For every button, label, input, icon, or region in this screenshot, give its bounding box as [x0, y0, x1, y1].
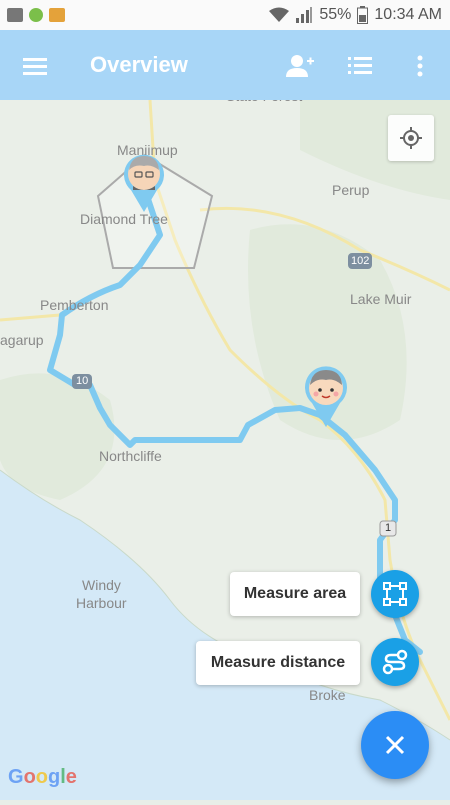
- news-notification-icon: [49, 8, 65, 22]
- map-view[interactable]: [0, 99, 450, 800]
- user-marker-1[interactable]: [121, 152, 167, 219]
- close-fab-button[interactable]: [361, 711, 429, 779]
- clock: 10:34 AM: [374, 6, 442, 23]
- more-vert-icon: [417, 55, 423, 77]
- map-label-northcliffe: Northcliffe: [99, 448, 162, 464]
- overflow-menu-button[interactable]: [406, 52, 434, 80]
- hamburger-icon: [23, 58, 47, 75]
- app-bar: Overview: [0, 30, 450, 100]
- status-bar: 55% 10:34 AM: [0, 0, 450, 30]
- map-label-perup: Perup: [332, 182, 370, 198]
- battery-percent: 55%: [319, 6, 352, 23]
- google-attribution: Google: [8, 766, 77, 788]
- close-icon: [385, 735, 405, 755]
- add-person-button[interactable]: [284, 52, 316, 80]
- map-label-windy: Windy: [82, 577, 121, 593]
- area-select-icon: [383, 582, 407, 606]
- route-icon: [382, 649, 408, 675]
- app-notification-icon: [29, 8, 43, 22]
- list-view-button[interactable]: [346, 52, 374, 80]
- gallery-notification-icon: [7, 8, 23, 22]
- measure-distance-button[interactable]: [371, 638, 419, 686]
- measure-area-text: Measure area: [243, 585, 347, 602]
- person-add-icon: [286, 55, 314, 77]
- avatar-pin-icon: [124, 154, 164, 212]
- map-label-quinninup: agarup: [0, 332, 44, 348]
- battery-icon: [357, 6, 369, 24]
- user-marker-2[interactable]: [302, 365, 350, 434]
- avatar-pin-icon: [305, 366, 347, 427]
- crosshair-icon: [400, 127, 422, 149]
- map-label-broke: Broke: [309, 687, 346, 703]
- map-label-pemberton: Pemberton: [40, 297, 109, 313]
- list-icon: [348, 57, 372, 74]
- map-label-lake-muir: Lake Muir: [350, 291, 412, 307]
- measure-area-button[interactable]: [371, 570, 419, 618]
- map-canvas: [0, 99, 450, 800]
- menu-button[interactable]: [21, 52, 49, 80]
- my-location-button[interactable]: [388, 115, 434, 161]
- road-shield-102: 102: [351, 255, 370, 267]
- measure-distance-text: Measure distance: [210, 654, 346, 671]
- measure-area-label[interactable]: Measure area: [230, 572, 360, 616]
- signal-icon: [296, 7, 313, 23]
- wifi-icon: [269, 7, 290, 22]
- road-shield-10: 10: [76, 375, 89, 387]
- measure-distance-label[interactable]: Measure distance: [196, 641, 360, 685]
- map-label-harbour: Harbour: [76, 595, 127, 611]
- road-shield-1: 1: [385, 522, 392, 534]
- page-title: Overview: [90, 52, 188, 77]
